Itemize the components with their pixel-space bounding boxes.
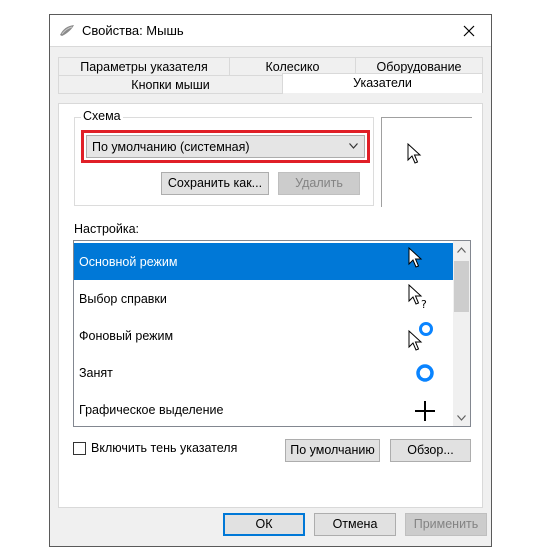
busy-cursor-icon — [416, 364, 434, 382]
list-item-help-select[interactable]: Выбор справки ? — [74, 280, 453, 317]
scroll-down-button[interactable] — [453, 409, 470, 426]
browse-label: Обзор... — [407, 443, 454, 457]
tab-label: Оборудование — [376, 60, 462, 74]
tab-pointers[interactable]: Указатели — [282, 73, 483, 93]
cursor-list[interactable]: Основной режим Выбор справки ? Фоновый р… — [73, 240, 471, 427]
working-in-background-cursor-icon — [408, 322, 433, 351]
pointers-tab-page: Схема По умолчанию (системная) Сохранить… — [58, 103, 483, 508]
list-item-label: Основной режим — [79, 255, 178, 269]
ok-label: ОК — [255, 517, 273, 531]
cancel-button[interactable]: Отмена — [314, 513, 396, 536]
close-icon — [463, 25, 475, 36]
tab-label: Колесико — [265, 60, 320, 74]
window-title: Свойства: Мышь — [82, 23, 184, 38]
scroll-thumb[interactable] — [454, 261, 469, 312]
list-item-label: Фоновый режим — [79, 329, 174, 343]
list-item-working-in-background[interactable]: Фоновый режим — [74, 317, 453, 354]
list-item-label: Графическое выделение — [79, 403, 224, 417]
mouse-properties-dialog: Свойства: Мышь Параметры указателя Колес… — [49, 14, 492, 547]
tab-buttons[interactable]: Кнопки мыши — [58, 75, 283, 94]
help-select-cursor-icon: ? — [408, 284, 427, 311]
apply-button[interactable]: Применить — [405, 513, 487, 536]
scroll-up-button[interactable] — [453, 241, 470, 258]
pointer-shadow-label: Включить тень указателя — [91, 441, 238, 455]
chevron-down-icon — [349, 143, 358, 149]
chevron-down-icon — [457, 414, 466, 421]
chevron-up-icon — [457, 246, 466, 253]
pointer-shadow-checkbox[interactable] — [73, 442, 86, 455]
tab-label: Указатели — [353, 76, 412, 90]
arrow-cursor-icon — [408, 247, 423, 268]
delete-label: Удалить — [295, 176, 343, 190]
list-item-label: Выбор справки — [79, 292, 167, 306]
tab-label: Кнопки мыши — [131, 78, 210, 92]
scheme-dropdown[interactable]: По умолчанию (системная) — [86, 135, 365, 158]
use-default-label: По умолчанию — [290, 443, 375, 457]
list-item-label: Занят — [79, 366, 113, 380]
cancel-label: Отмена — [332, 517, 378, 531]
close-button[interactable] — [447, 15, 491, 46]
delete-button[interactable]: Удалить — [278, 172, 360, 195]
tab-pointer-options[interactable]: Параметры указателя — [58, 57, 230, 76]
list-item-precision-select[interactable]: Графическое выделение — [74, 391, 453, 426]
list-item-busy[interactable]: Занят — [74, 354, 453, 391]
tab-label: Параметры указателя — [80, 60, 208, 74]
scheme-dropdown-value: По умолчанию (системная) — [92, 140, 250, 154]
ok-button[interactable]: ОК — [223, 513, 305, 536]
apply-label: Применить — [413, 517, 479, 531]
title-bar: Свойства: Мышь — [50, 15, 491, 47]
precision-select-cursor-icon — [415, 401, 435, 421]
list-item-normal-select[interactable]: Основной режим — [74, 243, 453, 280]
svg-text:?: ? — [421, 298, 427, 311]
browse-button[interactable]: Обзор... — [390, 439, 471, 462]
cursor-preview — [381, 117, 472, 207]
use-default-button[interactable]: По умолчанию — [285, 439, 380, 462]
scheme-group-label: Схема — [81, 109, 123, 123]
mouse-app-icon — [60, 25, 74, 36]
scheme-highlight-frame: По умолчанию (системная) — [81, 130, 370, 163]
settings-label: Настройка: — [74, 222, 140, 236]
scheme-group: Схема По умолчанию (системная) Сохранить… — [74, 109, 374, 206]
arrow-cursor-preview-icon — [407, 143, 422, 164]
list-scrollbar[interactable] — [453, 241, 470, 426]
save-as-label: Сохранить как... — [167, 176, 263, 190]
save-as-button[interactable]: Сохранить как... — [161, 172, 269, 195]
